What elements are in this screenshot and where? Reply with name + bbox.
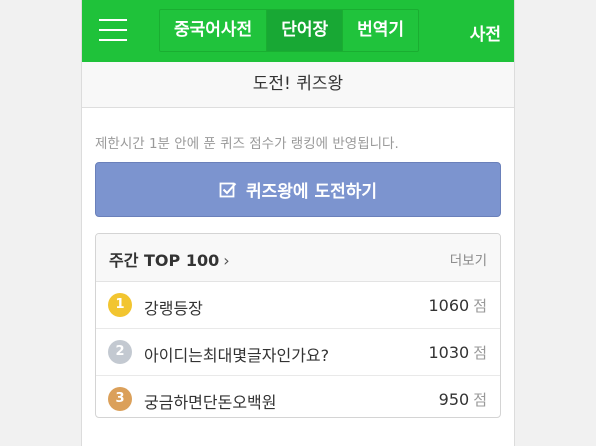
hamburger-menu-icon[interactable] (99, 19, 127, 41)
gold-medal-icon: 1 (108, 293, 132, 317)
tab-chinese-dictionary[interactable]: 중국어사전 (160, 10, 268, 51)
ranking-row[interactable]: 3 궁금하면단돈오백원 950 점 (96, 376, 500, 417)
ranking-header: 주간 TOP 100 › 더보기 (96, 234, 500, 282)
main-tabs: 중국어사전 단어장 번역기 (159, 9, 420, 52)
more-link[interactable]: 더보기 (450, 249, 487, 269)
ranking-user-name: 아이디는최대몇글자인가요? (144, 346, 330, 365)
weekly-ranking-panel: 주간 TOP 100 › 더보기 1 강랭등장 1060 점 2 아이디는최대몇글자… (95, 233, 501, 418)
score-value: 1060 (428, 296, 470, 315)
top-nav-bar: 중국어사전 단어장 번역기 사전 (82, 0, 514, 62)
ranking-row[interactable]: 2 아이디는최대몇글자인가요? 1030 점 (96, 329, 500, 376)
app-frame: 중국어사전 단어장 번역기 사전 도전! 퀴즈왕 제한시간 1분 안에 푼 퀴즈… (81, 0, 515, 446)
score-value: 1030 (428, 343, 470, 362)
ranking-score: 950 점 (439, 389, 487, 410)
chevron-right-icon: › (223, 251, 230, 270)
page-title: 도전! 퀴즈왕 (82, 62, 514, 108)
ranking-notice: 제한시간 1분 안에 푼 퀴즈 점수가 랭킹에 반영됩니다. (95, 136, 399, 152)
score-unit: 점 (473, 391, 487, 409)
ranking-title: 주간 TOP 100 (109, 251, 220, 270)
quiz-challenge-label: 퀴즈왕에 도전하기 (245, 182, 378, 202)
ranking-title-link[interactable]: 주간 TOP 100 › (109, 247, 230, 271)
dictionary-link[interactable]: 사전 (470, 20, 501, 45)
bronze-medal-icon: 3 (108, 387, 132, 411)
checkbox-icon (219, 182, 237, 197)
silver-medal-icon: 2 (108, 340, 132, 364)
ranking-user-name: 궁금하면단돈오백원 (144, 393, 277, 412)
score-unit: 점 (473, 297, 487, 315)
quiz-challenge-button[interactable]: 퀴즈왕에 도전하기 (95, 162, 501, 217)
ranking-row[interactable]: 1 강랭등장 1060 점 (96, 282, 500, 329)
ranking-score: 1030 점 (428, 342, 487, 363)
ranking-score: 1060 점 (428, 295, 487, 316)
tab-wordbook[interactable]: 단어장 (267, 10, 344, 51)
score-unit: 점 (473, 344, 487, 362)
ranking-user-name: 강랭등장 (144, 299, 203, 318)
score-value: 950 (438, 390, 470, 409)
tab-translator[interactable]: 번역기 (343, 10, 419, 51)
